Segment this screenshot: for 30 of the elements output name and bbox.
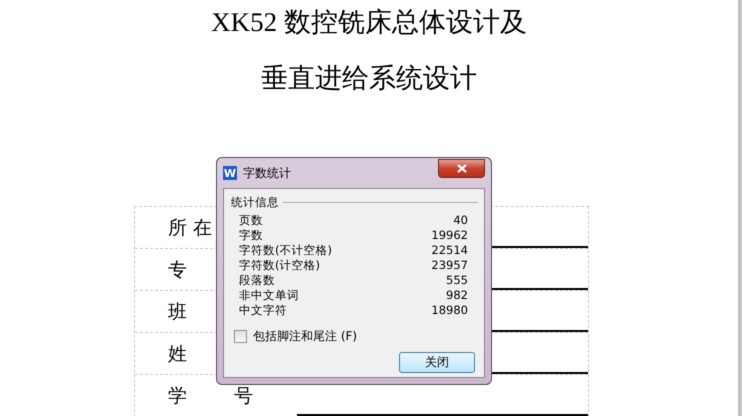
checkbox[interactable] (234, 330, 247, 343)
form-label: 学 (168, 384, 187, 408)
app-icon: W (223, 166, 237, 180)
form-label: 班 (168, 300, 187, 324)
close-dialog-button[interactable]: 关闭 (399, 352, 475, 373)
stat-value: 18980 (431, 303, 468, 318)
stat-value: 40 (453, 213, 468, 228)
form-label: 号 (234, 384, 253, 408)
close-icon (456, 164, 466, 172)
dialog-title: 字数统计 (243, 164, 292, 182)
form-label: 所 在 (168, 216, 212, 240)
stat-label: 页数 (239, 213, 263, 228)
document-title: 垂直进给系统设计 (261, 62, 477, 95)
form-label: 姓 (168, 342, 187, 366)
stat-label: 字数 (239, 228, 263, 243)
stat-value: 23957 (431, 258, 468, 273)
stat-value: 982 (446, 288, 468, 303)
stat-value: 19962 (431, 228, 468, 243)
group-title: 统计信息 (231, 195, 279, 210)
close-button[interactable] (438, 158, 485, 178)
document-title: XK52 数控铣床总体设计及 (211, 6, 527, 39)
stat-value: 22514 (431, 243, 468, 258)
stat-label: 段落数 (239, 273, 275, 288)
stat-label: 字符数(计空格) (239, 258, 320, 273)
form-label: 专 (168, 258, 187, 282)
stat-value: 555 (446, 273, 468, 288)
stat-label: 字符数(不计空格) (239, 243, 332, 258)
stat-label: 中文字符 (239, 303, 287, 318)
stat-label: 非中文单词 (239, 288, 299, 303)
checkbox-label[interactable]: 包括脚注和尾注 (F) (253, 328, 358, 345)
